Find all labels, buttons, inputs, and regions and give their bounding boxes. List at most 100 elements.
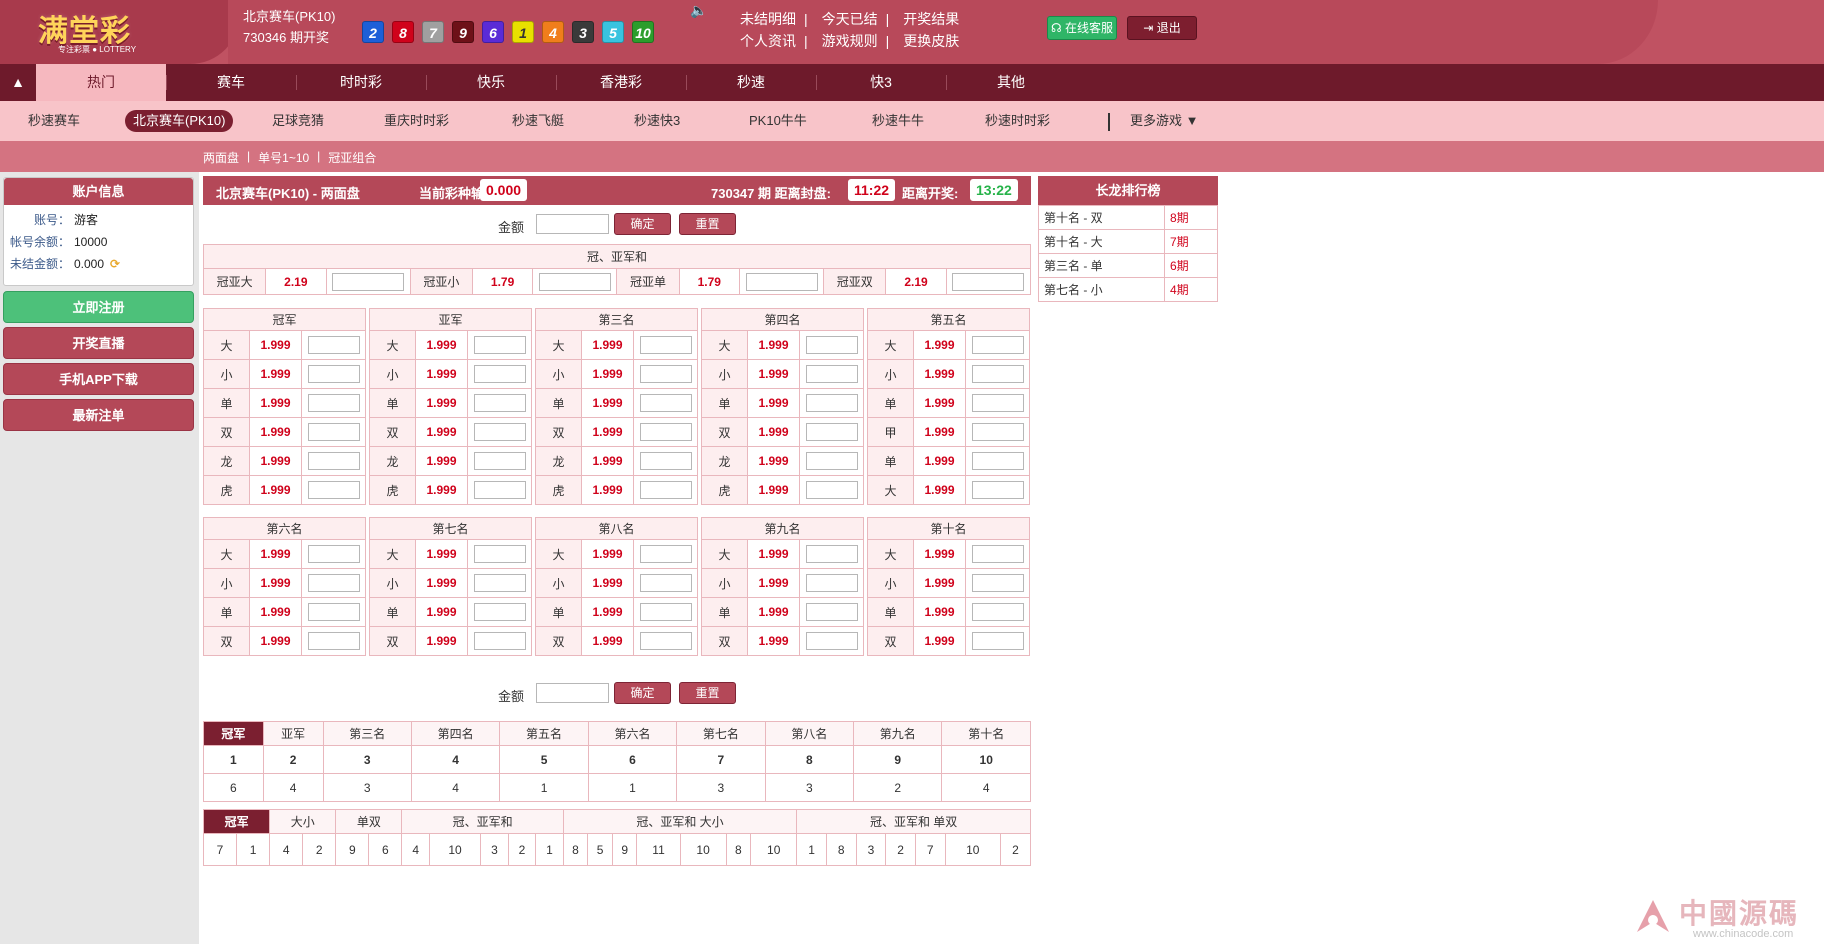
- bet-amount-input[interactable]: [805, 574, 858, 592]
- bet-amount-input[interactable]: [805, 632, 858, 650]
- bet-amount-input[interactable]: [639, 632, 692, 650]
- main-nav-tab[interactable]: 赛车: [166, 64, 296, 101]
- bet-amount-input[interactable]: [805, 545, 858, 563]
- confirm-button[interactable]: 确定: [614, 213, 671, 235]
- main-nav-tab[interactable]: 快3: [816, 64, 946, 101]
- sub-nav-item[interactable]: 秒速赛车: [28, 110, 80, 132]
- stats-tab[interactable]: 第八名: [764, 721, 855, 746]
- bet-amount-input[interactable]: [307, 574, 360, 592]
- logout-button[interactable]: ⇥ 退出: [1127, 16, 1197, 40]
- speaker-icon[interactable]: 🔈: [690, 2, 707, 19]
- bet-amount-input[interactable]: [971, 603, 1024, 621]
- amount-input[interactable]: [536, 683, 609, 703]
- bet-amount-input[interactable]: [805, 394, 858, 412]
- bet-amount-input[interactable]: [971, 632, 1024, 650]
- combo-bet-input[interactable]: [745, 272, 818, 291]
- bet-amount-input[interactable]: [307, 423, 360, 441]
- combo-bet-input[interactable]: [538, 272, 611, 291]
- top-link-更换皮肤[interactable]: 更换皮肤: [903, 30, 959, 52]
- main-nav-tab[interactable]: 其他: [946, 64, 1076, 101]
- site-logo[interactable]: 满堂彩 专注彩票 ● LOTTERY: [30, 6, 170, 56]
- bet-amount-input[interactable]: [805, 365, 858, 383]
- bet-amount-input[interactable]: [639, 603, 692, 621]
- sub-nav-item[interactable]: 秒速快3: [634, 110, 680, 132]
- combo-bet-input[interactable]: [952, 272, 1025, 291]
- main-nav-tab[interactable]: 快乐: [426, 64, 556, 101]
- history-tab[interactable]: 冠、亚军和 单双: [796, 809, 1031, 834]
- bet-amount-input[interactable]: [971, 452, 1024, 470]
- history-tab[interactable]: 冠、亚军和 大小: [562, 809, 798, 834]
- bet-amount-input[interactable]: [473, 365, 526, 383]
- bet-amount-input[interactable]: [473, 336, 526, 354]
- bet-amount-input[interactable]: [639, 423, 692, 441]
- bet-amount-input[interactable]: [971, 394, 1024, 412]
- stats-tab[interactable]: 第三名: [322, 721, 412, 746]
- collapse-arrow-icon[interactable]: ▲: [0, 64, 36, 101]
- sub-nav-item[interactable]: 足球竞猜: [272, 110, 324, 132]
- stats-tab[interactable]: 第七名: [676, 721, 766, 746]
- main-nav-tab[interactable]: 香港彩: [556, 64, 686, 101]
- stats-tab[interactable]: 冠军: [203, 721, 264, 746]
- more-games-dropdown[interactable]: 更多游戏 ▼: [1130, 110, 1198, 132]
- top-link-游戏规则[interactable]: 游戏规则: [822, 30, 878, 52]
- stats-tab[interactable]: 第五名: [499, 721, 589, 746]
- bet-amount-input[interactable]: [971, 481, 1024, 499]
- bet-amount-input[interactable]: [639, 481, 692, 499]
- sub-tab[interactable]: 单号1~10: [258, 149, 309, 166]
- bet-amount-input[interactable]: [639, 452, 692, 470]
- sub-nav-item[interactable]: 重庆时时彩: [384, 110, 449, 132]
- bet-amount-input[interactable]: [805, 603, 858, 621]
- bet-amount-input[interactable]: [971, 423, 1024, 441]
- reset-button[interactable]: 重置: [679, 682, 736, 704]
- bet-amount-input[interactable]: [473, 603, 526, 621]
- bet-amount-input[interactable]: [805, 423, 858, 441]
- side-button[interactable]: 开奖直播: [3, 327, 194, 359]
- side-button[interactable]: 最新注单: [3, 399, 194, 431]
- history-tab[interactable]: 单双: [335, 809, 403, 834]
- bet-amount-input[interactable]: [307, 336, 360, 354]
- bet-amount-input[interactable]: [639, 365, 692, 383]
- stats-tab[interactable]: 第六名: [587, 721, 678, 746]
- history-tab[interactable]: 冠军: [202, 809, 271, 834]
- bet-amount-input[interactable]: [971, 574, 1024, 592]
- bet-amount-input[interactable]: [307, 545, 360, 563]
- main-nav-tab[interactable]: 时时彩: [296, 64, 426, 101]
- side-button[interactable]: 手机APP下载: [3, 363, 194, 395]
- side-button[interactable]: 立即注册: [3, 291, 194, 323]
- confirm-button[interactable]: 确定: [614, 682, 671, 704]
- bet-amount-input[interactable]: [639, 574, 692, 592]
- bet-amount-input[interactable]: [473, 481, 526, 499]
- bet-amount-input[interactable]: [473, 545, 526, 563]
- bet-amount-input[interactable]: [473, 574, 526, 592]
- top-link-今天已结[interactable]: 今天已结: [822, 8, 878, 30]
- bet-amount-input[interactable]: [473, 423, 526, 441]
- bet-amount-input[interactable]: [639, 394, 692, 412]
- top-link-未结明细[interactable]: 未结明细: [740, 8, 796, 30]
- bet-amount-input[interactable]: [307, 365, 360, 383]
- bet-amount-input[interactable]: [805, 481, 858, 499]
- sub-nav-item[interactable]: 北京赛车(PK10): [125, 110, 234, 132]
- bet-amount-input[interactable]: [307, 632, 360, 650]
- bet-amount-input[interactable]: [307, 481, 360, 499]
- bet-amount-input[interactable]: [971, 336, 1024, 354]
- history-tab[interactable]: 大小: [269, 809, 337, 834]
- sub-tab[interactable]: 两面盘: [203, 149, 239, 166]
- sub-nav-item[interactable]: 秒速时时彩: [985, 110, 1050, 132]
- bet-amount-input[interactable]: [307, 603, 360, 621]
- sub-tab[interactable]: 冠亚组合: [328, 149, 376, 166]
- bet-amount-input[interactable]: [805, 336, 858, 354]
- sub-nav-item[interactable]: 秒速牛牛: [872, 110, 924, 132]
- bet-amount-input[interactable]: [639, 336, 692, 354]
- bet-amount-input[interactable]: [971, 365, 1024, 383]
- reset-button[interactable]: 重置: [679, 213, 736, 235]
- bet-amount-input[interactable]: [473, 632, 526, 650]
- combo-bet-input[interactable]: [332, 272, 405, 291]
- bet-amount-input[interactable]: [971, 545, 1024, 563]
- refresh-icon[interactable]: ⟳: [110, 253, 120, 275]
- stats-tab[interactable]: 第四名: [410, 721, 501, 746]
- bet-amount-input[interactable]: [473, 452, 526, 470]
- top-link-开奖结果[interactable]: 开奖结果: [903, 8, 959, 30]
- bet-amount-input[interactable]: [307, 452, 360, 470]
- bet-amount-input[interactable]: [805, 452, 858, 470]
- amount-input[interactable]: [536, 214, 609, 234]
